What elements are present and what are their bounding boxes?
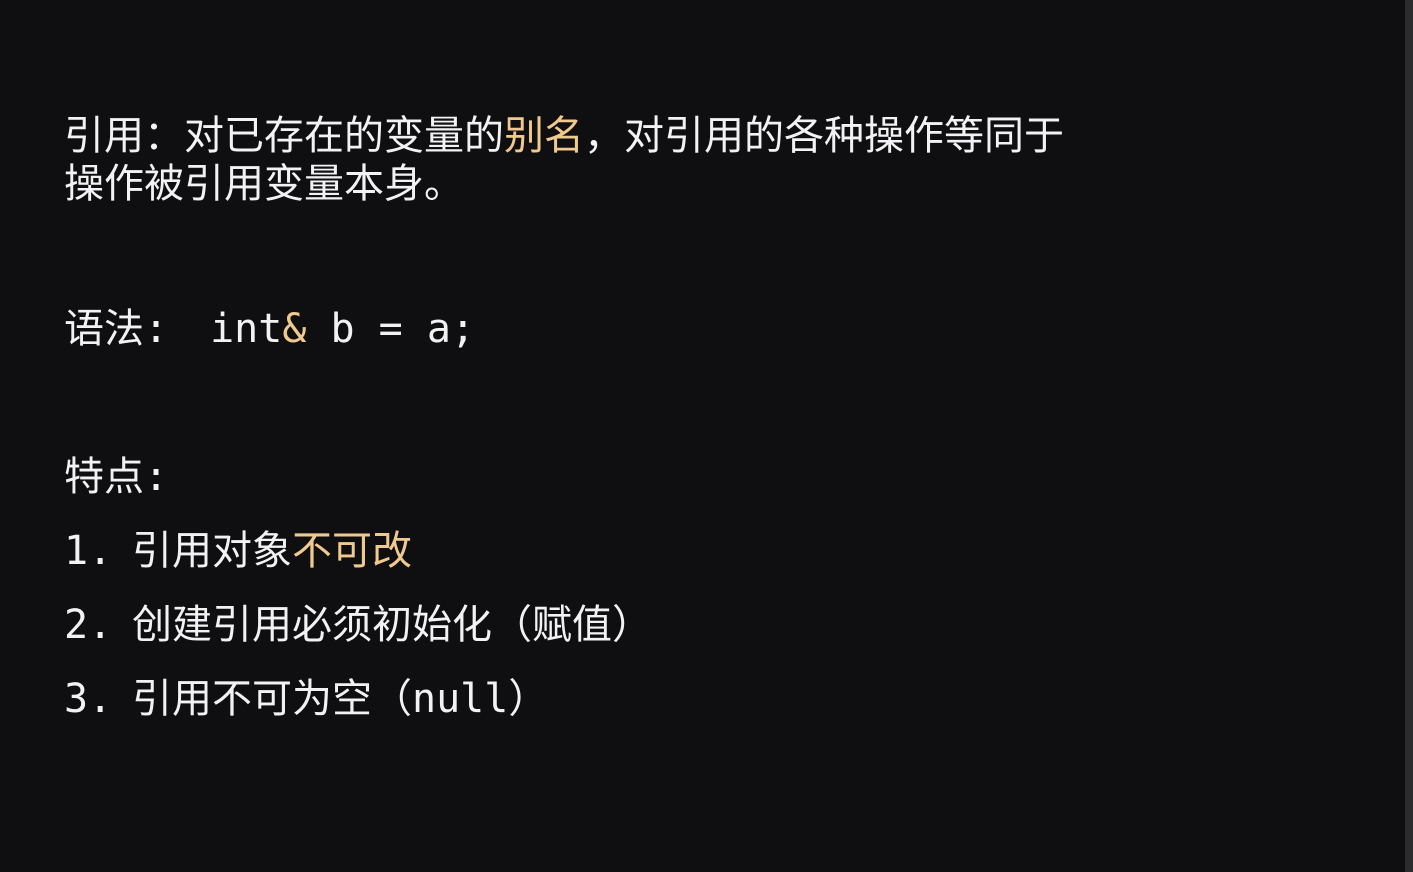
feature-item-number: 3. [64, 676, 113, 722]
feature-item-highlight: 不可改 [292, 528, 412, 574]
feature-item-text-before: 创建引用必须初始化（赋值） [132, 602, 652, 648]
syntax-code-rest: b = a; [306, 306, 476, 352]
definition-line-2: 操作被引用变量本身。 [64, 161, 464, 207]
syntax-code-ampersand: & [282, 306, 307, 352]
feature-item-text-before: 引用对象 [132, 528, 292, 574]
definition-text-before: 对已存在的变量的 [184, 113, 504, 159]
feature-item-text-before: 引用不可为空（null） [132, 676, 549, 722]
definition-line-1: 引用：对已存在的变量的别名，对引用的各种操作等同于 [64, 112, 1324, 160]
feature-item-2: 2. 创建引用必须初始化（赋值） [64, 600, 1324, 650]
feature-item-3: 3. 引用不可为空（null） [64, 674, 1324, 724]
feature-item-number: 1. [64, 528, 113, 574]
definition-highlight: 别名 [504, 113, 584, 159]
feature-item-number: 2. [64, 602, 113, 648]
syntax-code: int& b = a; [210, 306, 475, 352]
slide-content: 引用：对已存在的变量的别名，对引用的各种操作等同于 操作被引用变量本身。 语法:… [64, 112, 1324, 724]
right-edge-strip [1405, 0, 1413, 872]
feature-item-1: 1. 引用对象不可改 [64, 526, 1324, 576]
definition-text-after: ，对引用的各种操作等同于 [584, 113, 1064, 159]
syntax-code-keyword: int [210, 306, 283, 352]
definition-block: 引用：对已存在的变量的别名，对引用的各种操作等同于 操作被引用变量本身。 [64, 112, 1324, 208]
definition-label: 引用： [64, 113, 184, 159]
syntax-label: 语法: [64, 306, 169, 352]
syntax-line: 语法: int& b = a; [64, 304, 1324, 354]
slide: 引用：对已存在的变量的别名，对引用的各种操作等同于 操作被引用变量本身。 语法:… [0, 0, 1413, 872]
features-title: 特点: [64, 454, 169, 500]
